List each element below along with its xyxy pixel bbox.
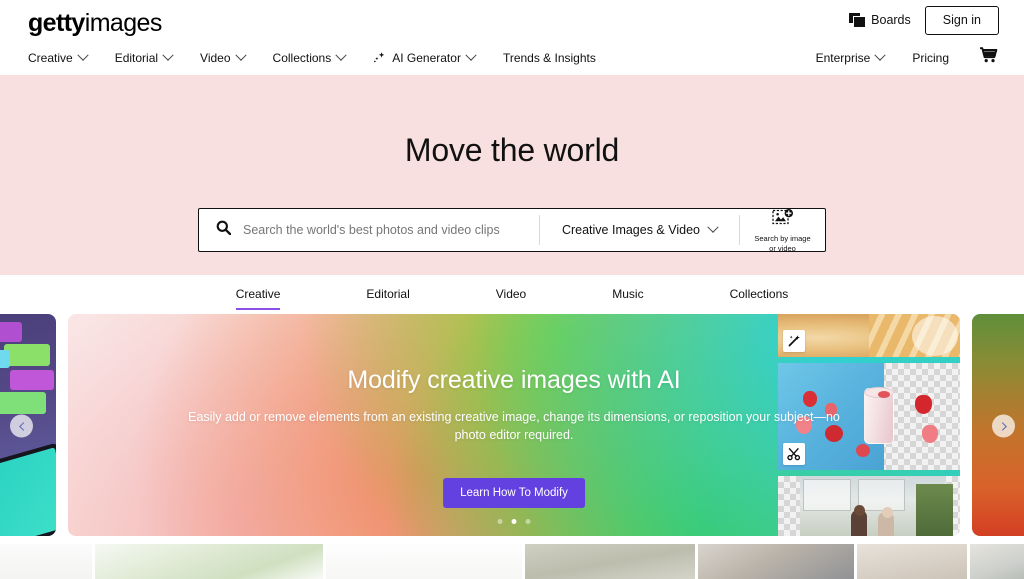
boards-link[interactable]: Boards (849, 13, 911, 27)
plate-detail (912, 316, 958, 356)
nav-item-label: Enterprise (815, 50, 871, 65)
chevron-left-icon (18, 421, 28, 431)
tablet-device (0, 442, 56, 536)
gallery-strip-below-fold (0, 540, 1024, 579)
search-by-image-line2: or video (769, 243, 796, 252)
chat-bubble (0, 322, 22, 342)
magic-wand-icon[interactable] (783, 329, 805, 352)
tab-music[interactable]: Music (612, 278, 643, 310)
sparkle-icon (373, 51, 386, 64)
chevron-down-icon (162, 49, 174, 61)
carousel-slide-active[interactable]: Modify creative images with AI Easily ad… (68, 314, 960, 536)
search-by-image-button[interactable]: Search by image or video (740, 209, 825, 251)
chevron-down-icon (465, 49, 477, 61)
thumbnail-couple-photo[interactable] (778, 475, 960, 536)
chevron-right-icon (997, 421, 1007, 431)
main-navigation-bar: Creative Editorial Video Collections AI (0, 40, 1024, 75)
carousel-slide-track: Modify creative images with AI Easily ad… (0, 314, 1024, 536)
image-upload-icon (771, 209, 794, 232)
page-title: Move the world (404, 132, 620, 168)
chevron-down-icon (335, 49, 347, 61)
header-top-right-group: Boards Sign in (849, 5, 999, 35)
nav-item-pricing[interactable]: Pricing (898, 47, 963, 69)
search-type-label: Creative Images & Video (561, 223, 700, 237)
strip-thumbnail[interactable] (0, 544, 92, 579)
window-detail (858, 479, 906, 511)
nav-item-label: Editorial (114, 50, 159, 65)
tab-collections[interactable]: Collections (730, 278, 789, 310)
chat-bubble (10, 370, 54, 390)
nav-left-group: Creative Editorial Video Collections AI (28, 47, 610, 69)
strip-thumbnail[interactable] (698, 544, 854, 579)
shopping-cart-button[interactable] (963, 42, 999, 73)
thumbnail-pie-photo[interactable] (778, 314, 960, 357)
nav-item-label: Pricing (912, 50, 949, 65)
boards-label: Boards (871, 13, 911, 27)
slide-subtext: Easily add or remove elements from an ex… (188, 410, 840, 443)
nav-item-trends-and-insights[interactable]: Trends & Insights (489, 47, 610, 69)
nav-item-enterprise[interactable]: Enterprise (816, 47, 899, 69)
scissors-icon[interactable] (783, 442, 805, 465)
chevron-down-icon (77, 49, 89, 61)
search-input[interactable] (243, 223, 522, 237)
search-field-wrapper[interactable] (199, 209, 539, 251)
boards-stack-icon (849, 13, 866, 27)
nav-item-label: Video (200, 50, 231, 65)
nav-item-ai-generator[interactable]: AI Generator (359, 47, 489, 69)
carousel-dot-3[interactable] (525, 519, 531, 524)
nav-item-collections[interactable]: Collections (259, 47, 360, 69)
search-by-image-line1: Search by image (754, 234, 811, 244)
window-detail (803, 479, 851, 511)
chat-bubble (4, 344, 50, 366)
nav-item-video[interactable]: Video (186, 47, 258, 69)
search-bar: Creative Images & Video Search by image … (198, 208, 826, 252)
chevron-down-icon (874, 49, 886, 61)
slide-headline: Modify creative images with AI (347, 366, 681, 394)
logo-regular-part: images (84, 8, 163, 37)
nav-right-group: Enterprise Pricing (816, 42, 999, 73)
nav-item-creative[interactable]: Creative (28, 47, 101, 69)
search-icon (216, 220, 232, 240)
chat-bubble (0, 350, 10, 368)
person-right-head (881, 507, 893, 518)
search-by-image-label: Search by image or video (754, 234, 811, 252)
header-top-bar: gettyimages Boards Sign in (0, 0, 1024, 40)
nav-item-label: Trends & Insights (502, 50, 596, 65)
carousel-dot-2[interactable] (511, 519, 517, 524)
chat-bubble (0, 392, 46, 414)
carousel-dot-1[interactable] (497, 519, 503, 524)
content-type-tabs: Creative Editorial Video Music Collectio… (0, 275, 1024, 312)
carousel-dot-indicators (497, 519, 531, 524)
tab-creative[interactable]: Creative (235, 278, 281, 310)
chevron-down-icon (234, 49, 247, 61)
strip-thumbnail[interactable] (970, 544, 1024, 579)
search-type-dropdown[interactable]: Creative Images & Video (540, 209, 739, 251)
strip-thumbnail[interactable] (95, 544, 323, 579)
nav-item-editorial[interactable]: Editorial (101, 47, 186, 69)
nav-item-label: AI Generator (392, 50, 461, 65)
chevron-down-icon (707, 221, 719, 233)
promo-carousel: Modify creative images with AI Easily ad… (0, 312, 1024, 540)
getty-images-logo[interactable]: gettyimages (28, 8, 163, 37)
sign-in-button[interactable]: Sign in (924, 5, 999, 35)
strip-thumbnail[interactable] (326, 544, 522, 579)
foliage (916, 484, 953, 536)
strip-thumbnail[interactable] (857, 544, 967, 579)
tab-editorial[interactable]: Editorial (366, 278, 409, 310)
learn-how-to-modify-button[interactable]: Learn How To Modify (443, 478, 585, 508)
nav-item-label: Collections (272, 50, 332, 65)
hero-section: Move the world Creative Images & Video (0, 75, 1024, 275)
carousel-previous-button[interactable] (10, 414, 33, 438)
shopping-cart-icon (979, 46, 999, 69)
carousel-next-button[interactable] (992, 414, 1015, 438)
logo-bold-part: getty (28, 8, 85, 37)
strip-thumbnail[interactable] (525, 544, 695, 579)
nav-item-label: Creative (28, 50, 73, 65)
slide-copy-block: Modify creative images with AI Easily ad… (68, 366, 960, 444)
tab-video[interactable]: Video (496, 278, 526, 310)
